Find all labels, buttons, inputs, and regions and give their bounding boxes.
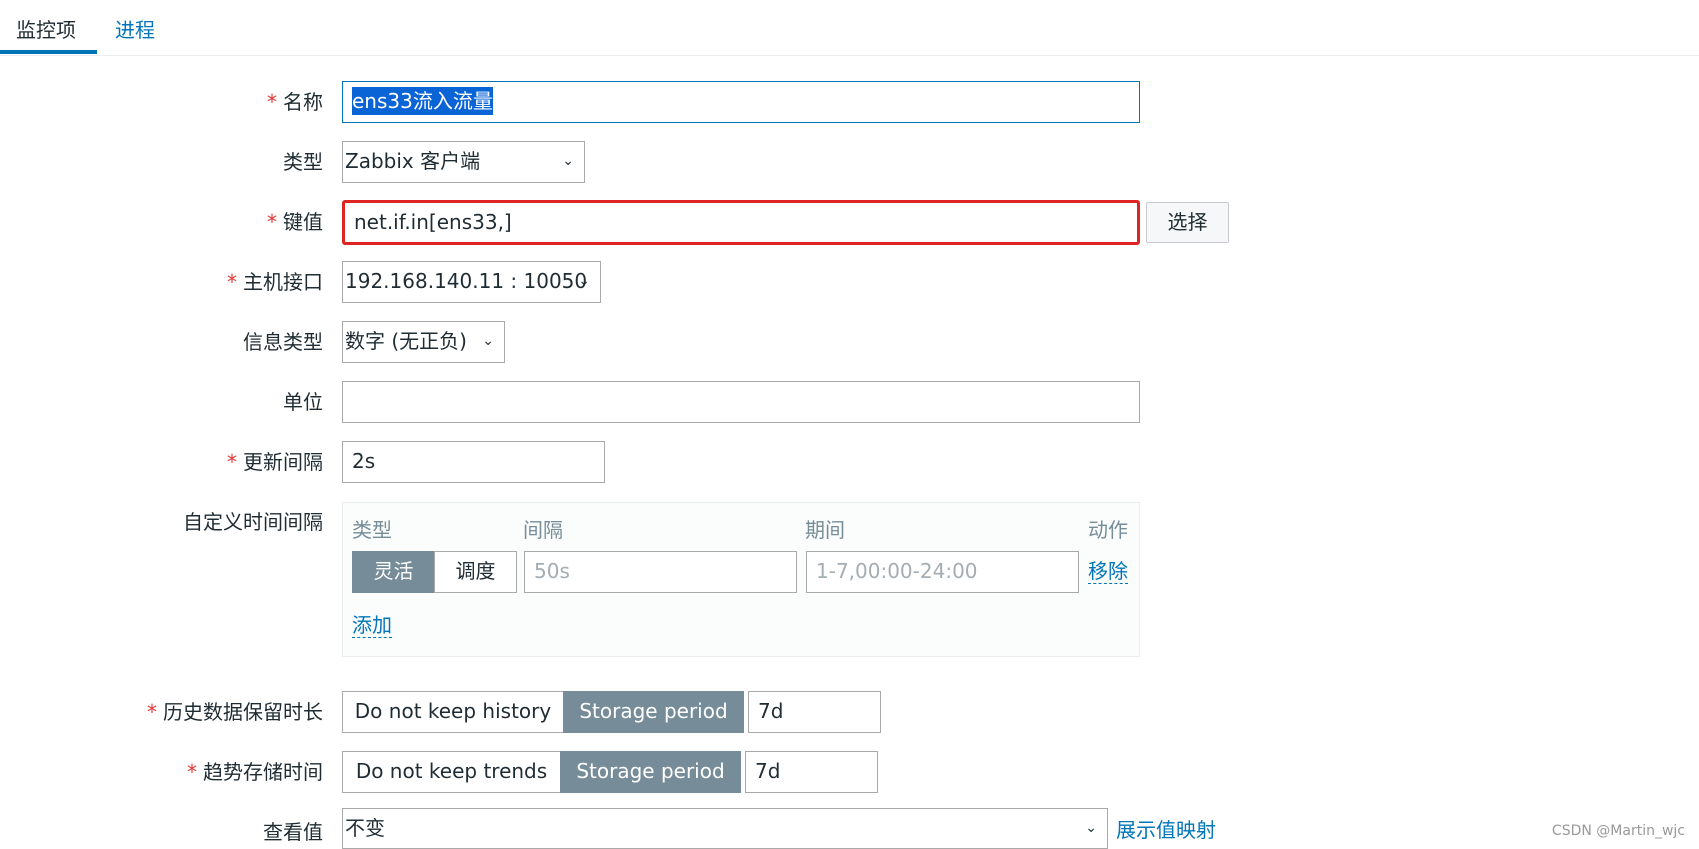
name-label: * 名称 (267, 86, 323, 115)
value-map-value: 不变 (345, 816, 385, 840)
custom-intervals-label: 自定义时间间隔 (183, 510, 323, 534)
trends-period-input[interactable]: 7d (745, 751, 878, 793)
host-interface-value: 192.168.140.11 : 10050 (345, 269, 588, 293)
chevron-down-icon: ⌄ (1085, 820, 1097, 836)
required-marker: * (227, 450, 237, 474)
name-value: ens33流入流量 (352, 87, 493, 115)
required-marker: * (267, 90, 277, 114)
history-label: * 历史数据保留时长 (147, 696, 323, 725)
trends-off-toggle[interactable]: Do not keep trends (342, 751, 561, 793)
tab-bar: 监控项 进程 (0, 0, 1699, 56)
chevron-down-icon: ⌄ (482, 333, 494, 349)
update-interval-input[interactable]: 2s (342, 441, 605, 483)
chevron-down-icon: ⌄ (578, 273, 590, 289)
required-marker: * (147, 700, 157, 724)
key-label: * 键值 (267, 206, 323, 235)
host-interface-select[interactable]: 192.168.140.11 : 10050 ⌄ (342, 261, 601, 303)
host-interface-label: * 主机接口 (227, 266, 323, 295)
key-input[interactable]: net.if.in[ens33,] (342, 200, 1140, 245)
units-input[interactable] (342, 381, 1140, 423)
key-select-button[interactable]: 选择 (1146, 202, 1229, 243)
info-type-label: 信息类型 (243, 330, 323, 354)
info-type-value: 数字 (无正负) (345, 329, 467, 353)
name-input[interactable]: ens33流入流量 (342, 81, 1140, 123)
watermark: CSDN @Martin_wjc (1551, 823, 1685, 839)
info-type-select[interactable]: 数字 (无正负) ⌄ (342, 321, 505, 363)
tab-item[interactable]: 监控项 (16, 14, 76, 43)
name-label-text: 名称 (283, 90, 323, 114)
interval-input[interactable]: 50s (524, 551, 797, 593)
col-header-period: 期间 (805, 518, 845, 542)
chevron-down-icon: ⌄ (562, 153, 574, 169)
period-input[interactable]: 1-7,00:00-24:00 (806, 551, 1079, 593)
custom-intervals-table: 类型 间隔 期间 动作 灵活 调度 50s 1-7,00:00-24:00 移除… (342, 502, 1140, 657)
units-label: 单位 (283, 390, 323, 414)
trends-label-text: 趋势存储时间 (203, 760, 323, 784)
value-map-select[interactable]: 不变 ⌄ (342, 808, 1108, 849)
update-interval-label-text: 更新间隔 (243, 450, 323, 474)
trends-label: * 趋势存储时间 (187, 756, 323, 785)
update-interval-label: * 更新间隔 (227, 446, 323, 475)
history-label-text: 历史数据保留时长 (163, 700, 323, 724)
required-marker: * (267, 210, 277, 234)
key-label-text: 键值 (283, 210, 323, 234)
type-label: 类型 (283, 150, 323, 174)
col-header-type: 类型 (352, 518, 392, 542)
required-marker: * (187, 760, 197, 784)
tab-process[interactable]: 进程 (115, 14, 155, 43)
remove-link[interactable]: 移除 (1088, 559, 1128, 584)
history-storage-toggle[interactable]: Storage period (563, 691, 744, 733)
trends-storage-toggle[interactable]: Storage period (560, 751, 741, 793)
history-period-input[interactable]: 7d (748, 691, 881, 733)
type-select-value: Zabbix 客户端 (345, 149, 481, 173)
type-select[interactable]: Zabbix 客户端 ⌄ (342, 141, 585, 183)
active-tab-indicator (0, 50, 97, 54)
value-map-label: 查看值 (263, 820, 323, 844)
type-scheduling-toggle[interactable]: 调度 (434, 551, 517, 593)
host-interface-label-text: 主机接口 (243, 270, 323, 294)
add-link[interactable]: 添加 (352, 613, 392, 638)
col-header-interval: 间隔 (523, 518, 563, 542)
show-value-mappings-link[interactable]: 展示值映射 (1116, 814, 1216, 843)
history-off-toggle[interactable]: Do not keep history (342, 691, 564, 733)
col-header-action: 动作 (1088, 518, 1128, 542)
type-flexible-toggle[interactable]: 灵活 (352, 551, 435, 593)
required-marker: * (227, 270, 237, 294)
